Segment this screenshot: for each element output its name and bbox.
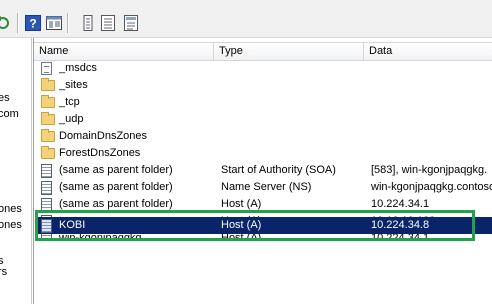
highlight-box — [35, 210, 475, 241]
record-name: ForestDnsZones — [59, 147, 141, 159]
refresh-icon[interactable] — [0, 14, 12, 32]
record-type — [221, 60, 369, 77]
column-header: Name Type Data — [34, 42, 492, 61]
list-item[interactable]: ForestDnsZones — [37, 145, 492, 162]
tree-item[interactable]: ones — [0, 203, 22, 215]
list-item[interactable]: _udp — [37, 111, 492, 128]
record-data — [371, 111, 492, 128]
folder-icon — [41, 128, 57, 145]
records-list[interactable]: Name Type Data _msdcs _sites _tcp _udp D… — [33, 38, 492, 304]
record-data — [371, 94, 492, 111]
tree-item[interactable]: es — [0, 92, 10, 104]
list-item[interactable]: DomainDnsZones — [37, 128, 492, 145]
record-data — [371, 60, 492, 77]
list-item[interactable]: _tcp — [37, 94, 492, 111]
record-type — [221, 111, 369, 128]
record-type — [221, 128, 369, 145]
record-type — [221, 94, 369, 111]
tree-item[interactable]: ones — [0, 219, 22, 231]
properties-icon[interactable] — [122, 14, 140, 32]
record-name: _sites — [59, 79, 88, 91]
folder-icon — [41, 111, 57, 128]
record-data: win-kgonjpaqgkg.contoso — [371, 181, 492, 193]
column-data-header[interactable]: Data — [364, 43, 492, 60]
record-data: [583], win-kgonjpaqgkg. — [371, 164, 488, 176]
toolbar: ? — [0, 0, 492, 38]
record-name: _udp — [59, 113, 84, 125]
list-item[interactable]: _msdcs — [37, 60, 492, 77]
record-type: Start of Authority (SOA) — [221, 164, 336, 176]
list-item[interactable]: (same as parent folder) Start of Authori… — [37, 162, 492, 179]
column-type-header[interactable]: Type — [214, 43, 364, 60]
tree-item[interactable]: rs — [0, 266, 7, 278]
record-name: DomainDnsZones — [59, 130, 148, 142]
svg-text:?: ? — [29, 17, 36, 31]
record-data — [371, 77, 492, 94]
folder-icon — [41, 94, 57, 111]
toolbar-separator — [17, 13, 19, 33]
record-name: _tcp — [59, 96, 80, 108]
record-icon — [41, 179, 57, 196]
tree-item[interactable]: com — [0, 108, 19, 120]
show-hide-pane-icon[interactable] — [45, 14, 63, 32]
record-type: Name Server (NS) — [221, 181, 312, 193]
record-type — [221, 145, 369, 162]
folder-icon — [41, 77, 57, 94]
tree-pane[interactable]: es com ones ones s rs — [0, 38, 32, 304]
new-record-icon[interactable] — [79, 14, 97, 32]
record-data — [371, 145, 492, 162]
list-item[interactable]: (same as parent folder) Name Server (NS)… — [37, 179, 492, 196]
record-data — [371, 128, 492, 145]
document-icon — [41, 60, 57, 77]
record-icon — [41, 162, 57, 179]
record-name: _msdcs — [59, 62, 97, 74]
record-name: (same as parent folder) — [59, 164, 173, 176]
toolbar-separator — [67, 13, 69, 33]
help-icon[interactable]: ? — [24, 14, 42, 32]
new-record-list-icon[interactable] — [99, 14, 117, 32]
record-name: (same as parent folder) — [59, 181, 173, 193]
record-type — [221, 77, 369, 94]
column-name-header[interactable]: Name — [34, 43, 214, 60]
folder-icon — [41, 145, 57, 162]
list-item[interactable]: _sites — [37, 77, 492, 94]
